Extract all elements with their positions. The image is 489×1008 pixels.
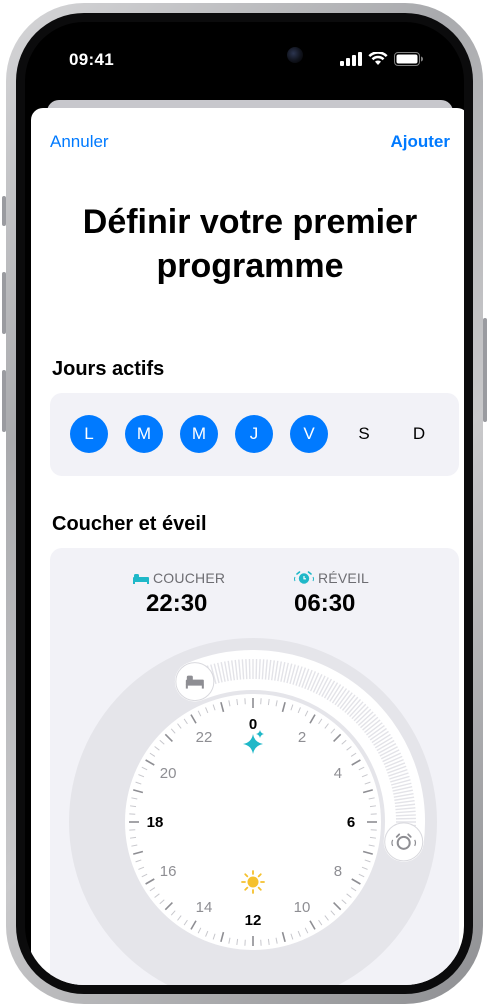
clock-hour-label: 2 [298, 729, 306, 746]
modal-sheet: Annuler Ajouter Définir votre premier pr… [31, 108, 464, 985]
screen: 09:41 Annuler Ajouter Définir votre prem… [25, 22, 464, 985]
status-time: 09:41 [69, 50, 114, 69]
clock-hour-label: 22 [196, 729, 213, 746]
sleep-clock-dial[interactable]: 0 2 4 6 8 10 12 14 16 18 20 22 [50, 548, 459, 985]
clock-hour-label: 16 [160, 863, 177, 880]
battery-icon [394, 52, 423, 66]
sleep-schedule-card: COUCHER 22:30 RÉVEIL 06:30 0 2 4 6 8 10 … [50, 548, 459, 985]
clock-hour-label: 18 [147, 814, 164, 831]
sleep-arc-tick [395, 814, 416, 817]
page-title: Définir votre premier programme [31, 200, 464, 288]
cellular-signal-icon [340, 52, 362, 66]
clock-hour-label: 12 [245, 912, 262, 929]
clock-hour-label: 8 [334, 863, 342, 880]
page-title-line1: Définir votre premier [82, 203, 418, 241]
bedtime-wake-label: Coucher et éveil [52, 513, 207, 535]
sleep-arc-tick [258, 659, 261, 680]
sleep-arc-tick [245, 659, 248, 680]
clock-hour-label: 14 [196, 899, 213, 916]
day-toggle-sunday[interactable]: D [400, 415, 438, 453]
phone-frame: 09:41 Annuler Ajouter Définir votre prem… [6, 3, 483, 1004]
cancel-button[interactable]: Annuler [50, 132, 109, 152]
clock-hour-label: 0 [249, 716, 257, 733]
clock-hour-label: 20 [160, 765, 177, 782]
bedtime-handle[interactable] [175, 662, 215, 702]
phone-bezel: 09:41 Annuler Ajouter Définir votre prem… [16, 13, 473, 994]
clock-hour-label: 10 [294, 899, 311, 916]
day-toggle-saturday[interactable]: S [345, 415, 383, 453]
power-button[interactable] [483, 318, 487, 422]
wake-handle[interactable] [384, 822, 424, 862]
day-toggle-thursday[interactable]: J [235, 415, 273, 453]
active-days-label: Jours actifs [52, 358, 165, 380]
day-toggle-tuesday[interactable]: M [125, 415, 163, 453]
wifi-icon [368, 52, 388, 65]
page-title-line2: programme [156, 247, 344, 285]
clock-hour-label: 6 [347, 814, 355, 831]
day-toggle-monday[interactable]: L [70, 415, 108, 453]
day-toggle-friday[interactable]: V [290, 415, 328, 453]
add-button[interactable]: Ajouter [391, 132, 451, 152]
day-toggle-wednesday[interactable]: M [180, 415, 218, 453]
active-days-card: L M M J V S D [50, 393, 459, 476]
clock-hour-label: 4 [334, 765, 342, 782]
camera-icon [287, 47, 303, 63]
